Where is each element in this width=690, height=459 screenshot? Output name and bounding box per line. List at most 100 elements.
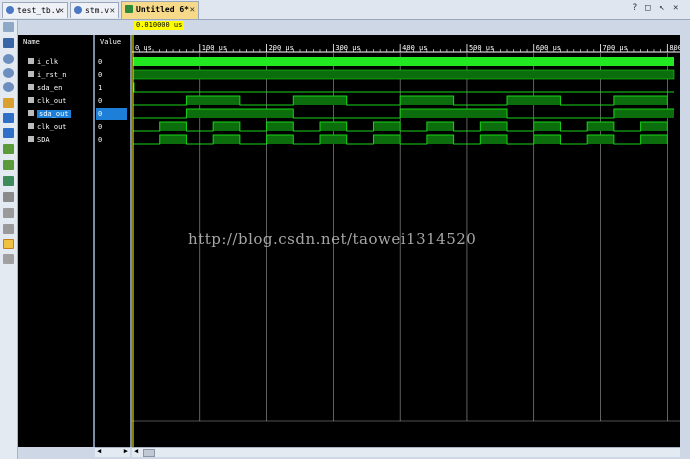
zoom-in-icon[interactable]	[3, 54, 14, 64]
zoom-full-icon[interactable]	[3, 82, 14, 92]
help-icon[interactable]: ?	[632, 3, 637, 13]
tick-label: 700 us	[603, 44, 628, 52]
tick-label: 500 us	[469, 44, 494, 52]
cursor-time-label: 0.010000 us	[134, 21, 185, 30]
scroll-left-icon[interactable]: ◀	[134, 447, 138, 455]
wave-high-segment	[373, 135, 401, 144]
signal-icon	[28, 58, 34, 64]
save-icon[interactable]	[3, 38, 14, 48]
wave-high-segment	[426, 122, 454, 131]
go-to-end-icon[interactable]	[3, 128, 14, 138]
wave-sda-out	[133, 108, 674, 119]
wave-high-segment	[480, 135, 508, 144]
wave-high-segment	[613, 96, 668, 105]
wave-high-segment	[186, 109, 294, 118]
wave-scrollbar[interactable]: ◀	[132, 447, 680, 457]
wave-trace	[133, 121, 668, 132]
file-icon	[6, 6, 14, 14]
signal-name: SDA	[37, 136, 50, 144]
previous-transition-icon[interactable]	[3, 144, 14, 154]
signal-name: i_clk	[37, 58, 59, 66]
signal-row[interactable]: SDA	[28, 135, 50, 145]
close-window-icon[interactable]: ✕	[673, 3, 678, 13]
restore-icon[interactable]: □	[645, 3, 650, 13]
cursor-icon[interactable]	[3, 98, 14, 108]
signal-value: 0	[98, 136, 103, 144]
wave-high-segment	[480, 122, 508, 131]
waveform-file-icon	[125, 5, 133, 13]
wave-high-segment	[400, 109, 508, 118]
wave-sda	[133, 134, 668, 145]
signal-value-selected[interactable]: 0	[96, 108, 127, 120]
tab-test-tb[interactable]: test_tb.v ✕	[2, 2, 68, 18]
signal-row[interactable]: sda_en	[28, 83, 62, 93]
tab-label: stm.v	[85, 6, 110, 15]
signal-row[interactable]: i_rst_n	[28, 70, 67, 80]
wave-i-rst-n	[132, 69, 675, 80]
signal-icon	[28, 123, 34, 129]
waveform-layer	[132, 57, 675, 145]
float-icon[interactable]: ↖	[659, 3, 664, 13]
wave-high-segment	[266, 122, 294, 131]
name-column-header[interactable]: Name	[18, 35, 93, 49]
signal-row[interactable]: sda_out	[28, 109, 71, 119]
tick-label: 600 us	[536, 44, 561, 52]
wave-clk-out	[133, 95, 668, 106]
signal-row[interactable]: clk_out	[28, 122, 67, 132]
value-scrollbar[interactable]: ◀ ▶	[95, 447, 130, 457]
scroll-right-icon[interactable]: ▶	[124, 447, 128, 455]
signal-icon	[28, 97, 34, 103]
zoom-out-icon[interactable]	[3, 68, 14, 78]
time-ruler: 0 us 100 us 200 us 300 us 400 us 500 us 600 us…	[132, 44, 680, 53]
signal-icon	[28, 71, 34, 77]
swap-cursors-icon[interactable]	[3, 192, 14, 202]
zoom-fit-icon[interactable]	[3, 22, 14, 32]
signal-value: 0	[98, 97, 103, 105]
wave-high-segment	[587, 122, 614, 131]
expand-icon[interactable]	[3, 224, 14, 234]
wave-trace	[133, 134, 668, 145]
wave-high-segment	[373, 122, 401, 131]
next-transition-icon[interactable]	[3, 160, 14, 170]
signal-row[interactable]: i_clk	[28, 57, 58, 67]
column-divider[interactable]	[93, 35, 95, 447]
snap-icon[interactable]	[3, 208, 14, 218]
signal-name: sda_out	[37, 110, 71, 118]
wave-i-clk	[133, 57, 674, 66]
signal-row[interactable]: clk_out	[28, 96, 67, 106]
wave-high-segment	[320, 135, 347, 144]
scroll-thumb[interactable]	[143, 449, 155, 457]
close-icon[interactable]: ✕	[59, 3, 64, 19]
tick-label: 100 us	[202, 44, 227, 52]
value-column-header[interactable]: Value	[95, 35, 130, 49]
wave-high-segment	[426, 135, 454, 144]
wave-high-segment	[533, 122, 561, 131]
wave-toolbar	[0, 20, 18, 459]
go-to-start-icon[interactable]	[3, 113, 14, 123]
signal-value: 0	[98, 58, 103, 66]
wave-high-segment	[613, 109, 674, 118]
wave-high-segment	[640, 122, 668, 131]
signal-value: 1	[98, 84, 103, 92]
close-icon[interactable]: ✕	[190, 2, 195, 18]
signal-icon	[28, 110, 34, 116]
close-icon[interactable]: ✕	[110, 3, 115, 19]
add-marker-icon[interactable]	[3, 176, 14, 186]
signal-value: 0	[98, 71, 103, 79]
tab-label: test_tb.v	[17, 6, 61, 15]
wave-high-segment	[213, 135, 240, 144]
tab-untitled-6[interactable]: Untitled 6* ✕	[121, 1, 199, 19]
signal-name: i_rst_n	[37, 71, 67, 79]
wave-sda-en	[133, 82, 674, 93]
tick-label: 300 us	[335, 44, 360, 52]
signal-icon	[28, 136, 34, 142]
settings-icon[interactable]	[3, 239, 14, 249]
signal-name: clk_out	[37, 123, 67, 131]
wave-high-segment	[159, 122, 187, 131]
options-icon[interactable]	[3, 254, 14, 264]
wave-clk-out-2	[133, 121, 668, 132]
scroll-left-icon[interactable]: ◀	[97, 447, 101, 455]
wave-high-segment	[159, 135, 187, 144]
wave-high-segment	[640, 135, 668, 144]
tab-stm[interactable]: stm.v ✕	[70, 2, 119, 18]
